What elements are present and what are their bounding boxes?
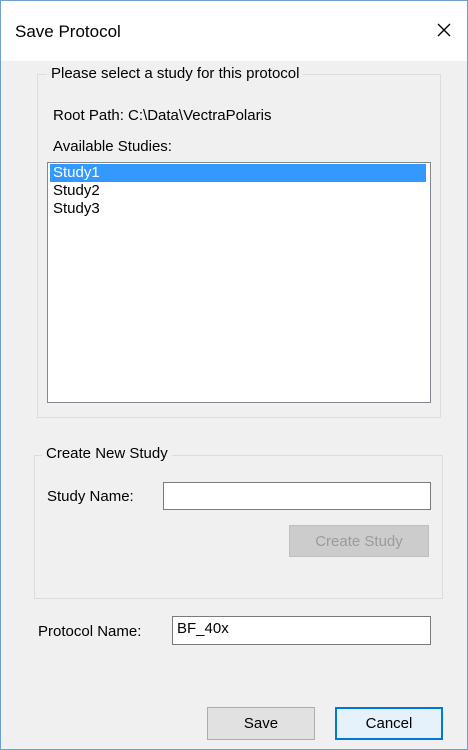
close-button[interactable] [429, 15, 459, 45]
list-item[interactable]: Study3 [50, 200, 426, 218]
list-item[interactable]: Study1 [50, 164, 426, 182]
list-item[interactable]: Study2 [50, 182, 426, 200]
title-bar: Save Protocol [1, 1, 467, 61]
close-icon [437, 23, 451, 37]
study-name-input[interactable] [163, 482, 431, 510]
dialog-title: Save Protocol [15, 22, 121, 41]
available-studies-label: Available Studies: [53, 138, 172, 155]
protocol-name-label: Protocol Name: [38, 623, 142, 640]
study-name-label: Study Name: [47, 488, 134, 505]
studies-listbox[interactable]: Study1 Study2 Study3 [47, 162, 431, 403]
cancel-button[interactable]: Cancel [335, 707, 443, 740]
select-study-legend: Please select a study for this protocol [47, 65, 304, 82]
protocol-name-input[interactable]: BF_40x [172, 616, 431, 645]
save-button[interactable]: Save [207, 707, 315, 740]
root-path-label: Root Path: C:\Data\VectraPolaris [53, 107, 272, 124]
save-protocol-dialog: Save Protocol Please select a study for … [0, 0, 468, 750]
create-study-legend: Create New Study [42, 445, 172, 462]
create-study-button[interactable]: Create Study [289, 525, 429, 557]
